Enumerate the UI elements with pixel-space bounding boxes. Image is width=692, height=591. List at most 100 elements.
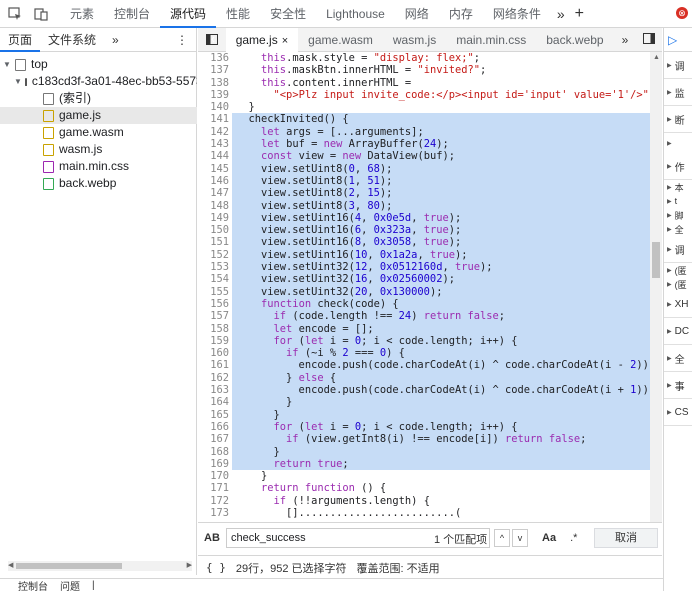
replace-toggle-icon[interactable]: AB	[198, 532, 226, 544]
debugger-section[interactable]: ▶ 监	[664, 79, 692, 106]
tree-node-top[interactable]: ▼ top	[0, 56, 197, 73]
tab-security[interactable]: 安全性	[260, 0, 316, 28]
line-number[interactable]: 137	[198, 64, 229, 76]
line-number[interactable]: 172	[198, 495, 229, 507]
line-number[interactable]: 163	[198, 384, 229, 396]
line-number[interactable]: 169	[198, 458, 229, 470]
editor-tab-game-wasm[interactable]: game.wasm	[298, 28, 383, 52]
expand-arrow-icon[interactable]: ▶	[667, 226, 672, 233]
code-line[interactable]: 155 view.setUint32(20, 0x130000);	[198, 285, 650, 298]
expand-arrow-icon[interactable]: ▶	[667, 198, 672, 205]
tree-node-file[interactable]: back.webp	[0, 175, 197, 192]
error-indicator-icon[interactable]: ⊗	[676, 7, 688, 19]
line-number[interactable]: 167	[198, 433, 229, 445]
line-number[interactable]: 156	[198, 298, 229, 310]
code-line[interactable]: 173 [].........................(	[198, 507, 650, 519]
editor-tab-wasm-js[interactable]: wasm.js	[383, 28, 446, 52]
expand-arrow-icon[interactable]: ▶	[667, 267, 672, 274]
expand-arrow-icon[interactable]: ▶	[667, 184, 672, 191]
expand-arrow-icon[interactable]: ▶	[667, 140, 672, 147]
line-number[interactable]: 170	[198, 470, 229, 482]
tree-node-file[interactable]: (索引)	[0, 90, 197, 107]
tree-node-file[interactable]: game.wasm	[0, 124, 197, 141]
navigator-more-button[interactable]: »	[104, 28, 127, 52]
code-line[interactable]: 146 view.setUint8(1, 51);	[198, 174, 650, 188]
tab-page[interactable]: 页面	[0, 28, 41, 52]
debugger-section[interactable]: ▶ t	[664, 194, 692, 208]
editor-vertical-scrollbar[interactable]: ▲ ▼	[650, 52, 662, 535]
line-number[interactable]: 166	[198, 421, 229, 433]
debugger-section[interactable]: ▶ (匿	[664, 277, 692, 291]
expand-arrow-icon[interactable]: ▼	[2, 56, 12, 73]
line-number[interactable]: 145	[198, 163, 229, 175]
scroll-right-icon[interactable]: ▶	[187, 561, 192, 569]
code-line[interactable]: 161 encode.push(code.charCodeAt(i) ^ cod…	[198, 359, 650, 372]
code-line[interactable]: 136 this.mask.style = "display: flex;";	[198, 52, 650, 64]
code-line[interactable]: 150 view.setUint16(6, 0x323a, true);	[198, 224, 650, 237]
expand-arrow-icon[interactable]: ▶	[667, 382, 672, 389]
code-line[interactable]: 149 view.setUint16(4, 0x0e5d, true);	[198, 211, 650, 225]
tab-console[interactable]: 控制台	[104, 0, 160, 28]
expand-arrow-icon[interactable]: ▶	[667, 328, 672, 335]
editor-tab-game-js[interactable]: game.js ×	[225, 27, 299, 52]
expand-arrow-icon[interactable]: ▶	[667, 89, 672, 96]
code-line[interactable]: 159 for (let i = 0; i < code.length; i++…	[198, 334, 650, 348]
regex-button[interactable]: .*	[570, 532, 577, 544]
code-line[interactable]: 156 function check(code) {	[198, 297, 650, 311]
previous-match-button[interactable]: ^	[494, 528, 510, 547]
line-number[interactable]: 142	[198, 126, 229, 138]
debugger-section[interactable]: ▶ CS	[664, 399, 692, 426]
code-line[interactable]: 141 checkInvited() {	[198, 113, 650, 126]
tab-sources[interactable]: 源代码	[160, 0, 217, 28]
code-line[interactable]: 168 }	[198, 445, 650, 458]
expand-arrow-icon[interactable]: ▶	[667, 409, 672, 416]
resume-icon[interactable]: ▷	[664, 28, 692, 52]
line-number[interactable]: 157	[198, 310, 229, 322]
expand-arrow-icon[interactable]: ▶	[667, 301, 672, 308]
code-line[interactable]: 163 encode.push(code.charCodeAt(i) ^ cod…	[198, 384, 650, 397]
code-line[interactable]: 145 view.setUint8(0, 68);	[198, 162, 650, 175]
expand-arrow-icon[interactable]: ▶	[667, 163, 672, 170]
debugger-section[interactable]: ▶ 事	[664, 372, 692, 399]
code-line[interactable]: 157 if (code.length !== 24) return false…	[198, 310, 650, 323]
line-number[interactable]: 173	[198, 507, 229, 519]
code-line[interactable]: 169 return true;	[198, 457, 650, 471]
debugger-section[interactable]: ▶ 全	[664, 345, 692, 372]
tree-node-origin[interactable]: ▼ c183cd3f-3a01-48ec-bb53-5573	[0, 73, 197, 90]
expand-arrow-icon[interactable]: ▶	[667, 355, 672, 362]
device-toggle-icon[interactable]	[30, 0, 52, 28]
debugger-section[interactable]: ▶ (匿	[664, 263, 692, 277]
line-number[interactable]: 151	[198, 236, 229, 248]
code-line[interactable]: 166 for (let i = 0; i < code.length; i++…	[198, 420, 650, 434]
code-line[interactable]: 138 this.content.innerHTML =	[198, 77, 650, 89]
expand-arrow-icon[interactable]: ▶	[667, 62, 672, 69]
expand-arrow-icon[interactable]: ▶	[667, 281, 672, 288]
navigator-horizontal-scrollbar[interactable]: ◀ ▶	[8, 561, 192, 571]
code-line[interactable]: 162 } else {	[198, 371, 650, 385]
expand-arrow-icon[interactable]: ▶	[667, 116, 672, 123]
debugger-section[interactable]: ▶ 断	[664, 106, 692, 133]
line-number[interactable]: 153	[198, 261, 229, 273]
code-line[interactable]: 171 return function () {	[198, 482, 650, 494]
inspect-element-icon[interactable]	[4, 0, 26, 28]
cancel-search-button[interactable]: 取消	[594, 528, 658, 548]
next-match-button[interactable]: v	[512, 528, 528, 547]
tab-lighthouse[interactable]: Lighthouse	[316, 0, 395, 28]
code-line[interactable]: 152 view.setUint16(10, 0x1a2a, true);	[198, 248, 650, 262]
line-number[interactable]: 160	[198, 347, 229, 359]
editor-tab-main-css[interactable]: main.min.css	[446, 28, 536, 52]
line-number[interactable]: 154	[198, 273, 229, 285]
scroll-up-icon[interactable]: ▲	[653, 54, 660, 61]
line-number[interactable]: 138	[198, 77, 229, 89]
navigator-menu-button[interactable]: ⋮	[176, 33, 196, 47]
code-line[interactable]: 170 }	[198, 470, 650, 482]
debugger-section[interactable]: ▶	[664, 133, 692, 153]
scroll-thumb[interactable]	[652, 242, 660, 278]
code-line[interactable]: 137 this.maskBtn.innerHTML = "invited?";	[198, 64, 650, 76]
toggle-debugger-icon[interactable]	[636, 32, 662, 47]
line-number[interactable]: 140	[198, 101, 229, 113]
debugger-section[interactable]: ▶ 本	[664, 180, 692, 194]
line-number[interactable]: 144	[198, 150, 229, 162]
scroll-left-icon[interactable]: ◀	[8, 561, 13, 569]
tab-network-conditions[interactable]: 网络条件	[483, 0, 551, 28]
